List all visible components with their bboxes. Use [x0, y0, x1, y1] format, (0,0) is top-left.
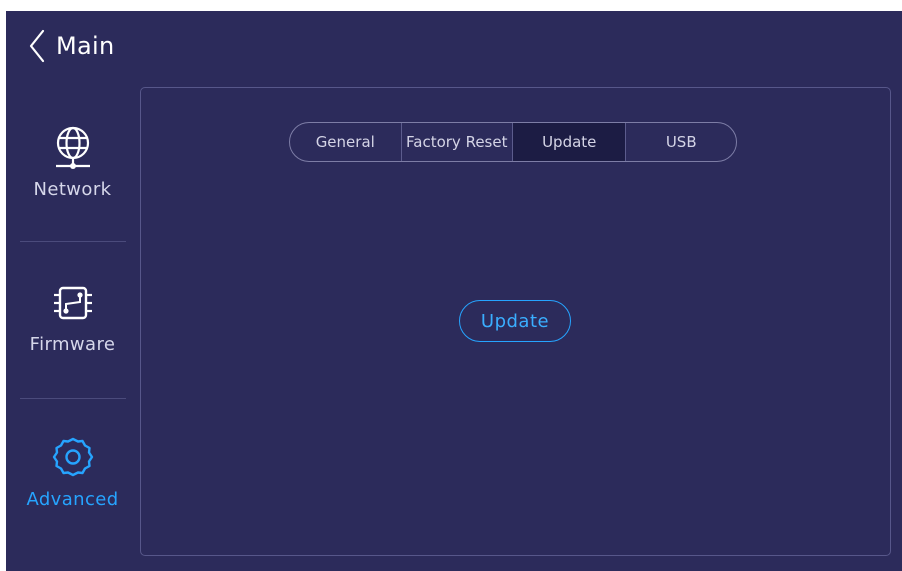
tab-factory-reset[interactable]: Factory Reset	[400, 123, 513, 161]
divider	[20, 241, 126, 242]
content-panel: General Factory Reset Update USB Update	[140, 87, 891, 556]
gear-icon	[51, 433, 95, 483]
tab-usb[interactable]: USB	[625, 123, 736, 161]
globe-network-icon	[53, 123, 93, 173]
tab-bar: General Factory Reset Update USB	[289, 122, 737, 162]
circuit-board-icon	[52, 278, 94, 328]
sidebar: Network Firmware Advanced	[6, 93, 139, 568]
sidebar-item-advanced[interactable]: Advanced	[6, 403, 139, 548]
sidebar-item-firmware[interactable]: Firmware	[6, 248, 139, 393]
sidebar-item-network[interactable]: Network	[6, 93, 139, 238]
chevron-left-icon	[29, 29, 45, 63]
update-button[interactable]: Update	[459, 300, 571, 342]
back-button[interactable]: Main	[28, 29, 115, 63]
header: Main	[6, 11, 306, 81]
page-title: Main	[56, 32, 115, 60]
settings-screen: Main Network Firmware Advanced General F…	[6, 11, 902, 571]
sidebar-item-label: Firmware	[29, 334, 116, 355]
sidebar-item-label: Network	[33, 179, 112, 200]
divider	[20, 398, 126, 399]
sidebar-item-label: Advanced	[26, 489, 119, 510]
tab-update[interactable]: Update	[512, 123, 626, 161]
tab-general[interactable]: General	[290, 123, 401, 161]
